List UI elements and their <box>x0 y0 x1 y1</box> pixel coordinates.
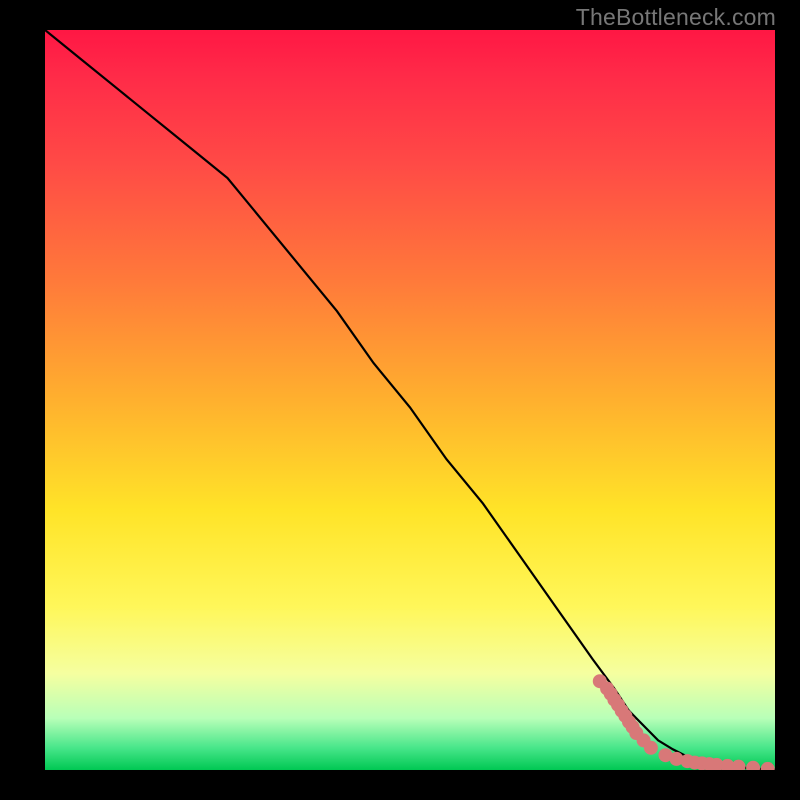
data-marker <box>761 762 775 770</box>
data-marker <box>644 741 658 755</box>
marker-group <box>593 674 775 770</box>
data-marker <box>746 761 760 770</box>
plot-area <box>45 30 775 770</box>
bottleneck-curve <box>45 30 775 770</box>
chart-frame: TheBottleneck.com <box>0 0 800 800</box>
data-marker <box>732 760 746 770</box>
chart-overlay <box>45 30 775 770</box>
watermark-text: TheBottleneck.com <box>576 4 776 31</box>
